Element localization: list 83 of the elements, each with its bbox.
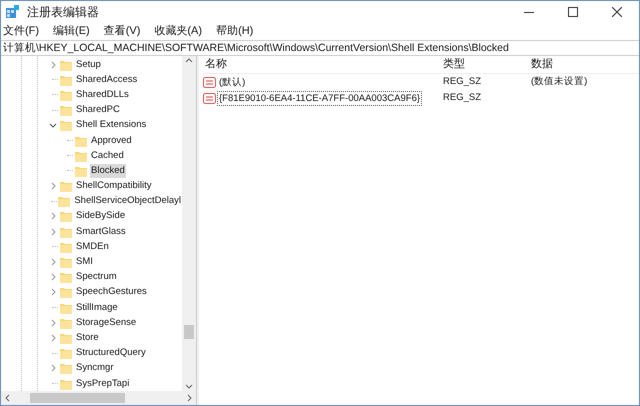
tree-item[interactable]: StorageSense (75, 316, 138, 330)
folder-icon (75, 134, 87, 147)
tree-item[interactable]: Cached (90, 148, 125, 163)
folder-icon (60, 58, 72, 71)
tree-item[interactable]: Blocked (90, 164, 126, 178)
value-type: REG_SZ (443, 92, 482, 103)
expand-chevron-icon[interactable] (50, 288, 56, 296)
tree-item[interactable]: SmartGlass (75, 224, 127, 239)
folder-icon (60, 332, 72, 344)
expand-chevron-icon[interactable] (50, 228, 56, 236)
folder-icon (60, 74, 72, 86)
tree-item[interactable]: SideBySide (75, 209, 126, 224)
close-icon (612, 7, 622, 17)
menu-item[interactable]: 文件(F) (3, 22, 40, 40)
column-header[interactable]: 类型 (443, 58, 465, 70)
tree-item[interactable]: SysPrepTapi (75, 376, 130, 391)
folder-icon (75, 164, 87, 177)
tree-item[interactable]: Store (75, 330, 100, 345)
expand-chevron-icon[interactable] (50, 318, 56, 327)
tree-item[interactable]: Approved (90, 134, 133, 148)
folder-icon (60, 180, 72, 192)
folder-icon (60, 226, 72, 238)
tree-item[interactable]: SMDEn (75, 240, 110, 254)
tree-item[interactable]: Setup (75, 58, 102, 72)
address-bar[interactable]: 计算机\HKEY_LOCAL_MACHINE\SOFTWARE\Microsoft\Windows\CurrentVersion\Shell Extensions\Blocked (1, 40, 639, 56)
expand-chevron-icon[interactable] (50, 273, 56, 282)
expand-chevron-icon[interactable] (50, 334, 56, 342)
tree-item[interactable]: SharedAccess (75, 72, 138, 87)
app-icon (5, 5, 19, 19)
tree-item[interactable]: SharedDLLs (75, 88, 130, 102)
tree-item[interactable]: ShellCompatibility (75, 179, 153, 194)
tree-item[interactable]: StillImage (75, 300, 119, 315)
expand-chevron-icon[interactable] (50, 364, 56, 372)
menu-item[interactable]: 收藏夹(A) (154, 22, 202, 40)
column-header[interactable]: 数据 (531, 58, 553, 70)
maximize-icon (568, 7, 578, 17)
tree-item[interactable]: StructuredQuery (75, 346, 147, 360)
string-value-icon (203, 92, 216, 104)
scroll-left-icon (5, 394, 10, 402)
folder-icon (60, 88, 72, 101)
folder-icon (60, 316, 72, 329)
expand-chevron-icon[interactable] (50, 60, 56, 69)
tree-item[interactable]: Spectrum (75, 270, 118, 284)
folder-icon (60, 378, 72, 390)
window-title: 注册表编辑器 (27, 4, 99, 21)
folder-icon (60, 256, 72, 268)
scroll-up-icon (185, 58, 193, 63)
folder-icon (60, 240, 72, 253)
folder-icon (60, 286, 72, 298)
tree-item[interactable]: Syncmgr (75, 361, 114, 376)
value-name[interactable]: {F81E9010-6EA4-11CE-A7FF-00AA003CA9F6} (217, 90, 422, 106)
menu-item[interactable]: 查看(V) (104, 22, 140, 40)
folder-icon (60, 104, 72, 116)
scroll-down-icon (185, 384, 193, 389)
horizontal-scrollbar[interactable] (1, 391, 196, 405)
scroll-right-icon (187, 394, 192, 402)
scroll-thumb[interactable] (30, 393, 125, 403)
expand-chevron-icon[interactable] (50, 258, 56, 266)
value-name[interactable]: (默认) (217, 74, 248, 90)
menu-item[interactable]: 帮助(H) (216, 22, 254, 40)
tree-item[interactable]: SharedPC (75, 103, 121, 118)
menu-item[interactable]: 编辑(E) (53, 22, 90, 40)
folder-icon (60, 210, 72, 222)
tree-item[interactable]: Shell Extensions (75, 118, 148, 132)
tree-item[interactable]: ShellServiceObjectDelayl (73, 194, 182, 208)
folder-icon (60, 119, 72, 132)
folder-icon (60, 271, 72, 284)
vertical-scrollbar[interactable] (182, 56, 196, 391)
folder-icon (60, 302, 72, 314)
folder-icon (75, 150, 87, 162)
expand-chevron-icon[interactable] (50, 182, 56, 190)
column-header[interactable]: 名称 (205, 58, 227, 70)
expand-chevron-icon[interactable] (50, 212, 56, 220)
folder-icon (60, 362, 72, 374)
tree-item[interactable]: SMI (75, 255, 94, 270)
value-data: (数值未设置) (531, 76, 588, 87)
folder-icon (58, 195, 70, 208)
string-value-icon (203, 76, 216, 88)
folder-icon (60, 347, 72, 360)
tree-item[interactable]: SpeechGestures (75, 285, 148, 300)
collapse-chevron-icon[interactable] (49, 122, 57, 128)
scroll-thumb[interactable] (184, 325, 194, 339)
value-type: REG_SZ (443, 76, 482, 87)
